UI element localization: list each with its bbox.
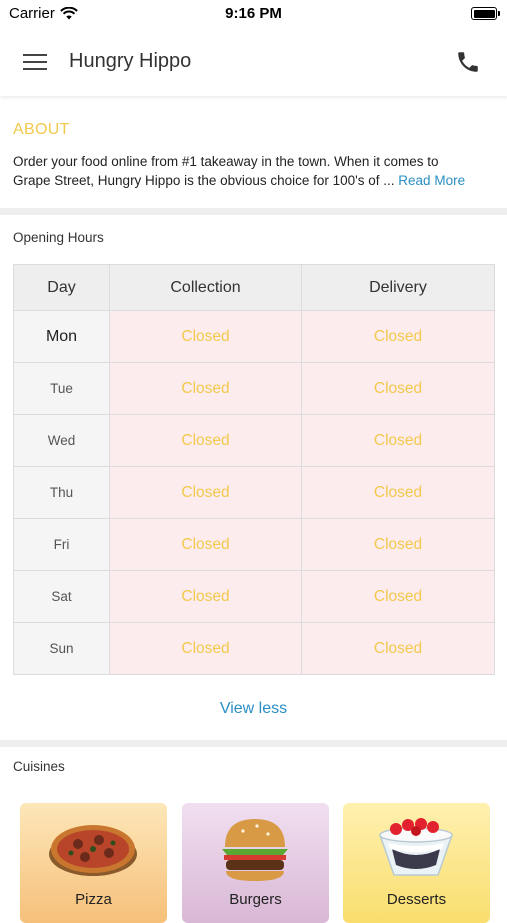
opening-hours-label: Opening Hours xyxy=(13,230,104,245)
cuisine-card-burgers[interactable]: Burgers xyxy=(182,803,329,923)
pizza-icon xyxy=(49,825,137,876)
table-row: Mon Closed Closed xyxy=(13,310,495,363)
delivery-cell: Closed xyxy=(301,518,495,571)
table-header-row: Day Collection Delivery xyxy=(13,264,495,311)
day-cell: Mon xyxy=(13,310,110,363)
collection-cell: Closed xyxy=(109,362,302,415)
table-row: Wed Closed Closed xyxy=(13,414,495,467)
cuisine-card-desserts[interactable]: Desserts xyxy=(343,803,490,923)
delivery-cell: Closed xyxy=(301,414,495,467)
opening-hours-table: Day Collection Delivery Mon Closed Close… xyxy=(13,264,495,675)
about-line-1: Order your food online from #1 takeaway … xyxy=(13,154,439,169)
opening-hours-section: Opening Hours Day Collection Delivery Mo… xyxy=(0,215,507,740)
column-header-delivery: Delivery xyxy=(301,264,495,311)
burger-icon xyxy=(222,819,288,881)
day-cell: Fri xyxy=(13,518,110,571)
phone-icon[interactable] xyxy=(455,49,481,75)
section-divider xyxy=(0,740,507,747)
hamburger-menu-icon[interactable] xyxy=(23,52,47,72)
delivery-cell: Closed xyxy=(301,362,495,415)
collection-cell: Closed xyxy=(109,414,302,467)
table-row: Sun Closed Closed xyxy=(13,622,495,675)
collection-cell: Closed xyxy=(109,518,302,571)
day-cell: Wed xyxy=(13,414,110,467)
table-row: Fri Closed Closed xyxy=(13,518,495,571)
status-bar: Carrier 9:16 PM xyxy=(0,0,507,30)
about-section: ABOUT Order your food online from #1 tak… xyxy=(0,104,507,208)
page-title: Hungry Hippo xyxy=(69,50,192,72)
collection-cell: Closed xyxy=(109,466,302,519)
dessert-icon xyxy=(378,818,454,876)
view-less-button[interactable]: View less xyxy=(0,700,507,718)
battery-icon xyxy=(471,7,500,20)
table-row: Sat Closed Closed xyxy=(13,570,495,623)
delivery-cell: Closed xyxy=(301,570,495,623)
about-heading: ABOUT xyxy=(13,121,70,138)
app-header: Hungry Hippo xyxy=(0,30,507,96)
collection-cell: Closed xyxy=(109,570,302,623)
collection-cell: Closed xyxy=(109,622,302,675)
column-header-collection: Collection xyxy=(109,264,302,311)
about-description: Order your food online from #1 takeaway … xyxy=(13,153,498,190)
cuisines-section: Cuisines Pizza Burgers Desserts xyxy=(0,747,507,923)
cuisines-label: Cuisines xyxy=(13,759,65,774)
collection-cell: Closed xyxy=(109,310,302,363)
about-line-2: Grape Street, Hungry Hippo is the obviou… xyxy=(13,172,498,191)
day-cell: Tue xyxy=(13,362,110,415)
delivery-cell: Closed xyxy=(301,466,495,519)
day-cell: Thu xyxy=(13,466,110,519)
table-row: Thu Closed Closed xyxy=(13,466,495,519)
status-time: 9:16 PM xyxy=(225,5,282,22)
day-cell: Sun xyxy=(13,622,110,675)
read-more-link[interactable]: Read More xyxy=(398,173,465,188)
section-divider xyxy=(0,208,507,215)
about-line-2-text: Grape Street, Hungry Hippo is the obviou… xyxy=(13,172,395,188)
day-cell: Sat xyxy=(13,570,110,623)
cuisine-card-pizza[interactable]: Pizza xyxy=(20,803,167,923)
delivery-cell: Closed xyxy=(301,622,495,675)
column-header-day: Day xyxy=(13,264,110,311)
delivery-cell: Closed xyxy=(301,310,495,363)
table-row: Tue Closed Closed xyxy=(13,362,495,415)
